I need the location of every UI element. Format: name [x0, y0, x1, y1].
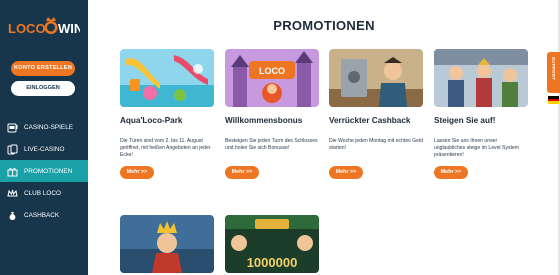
- svg-text:LOCO: LOCO: [259, 66, 285, 76]
- support-tab[interactable]: SUPPORT: [547, 52, 560, 93]
- cards-icon: [7, 144, 18, 155]
- promo-image-prize-drop[interactable]: 1000000: [225, 215, 319, 273]
- sidebar-item-label: LIVE-CASINO: [24, 145, 65, 153]
- language-flag-icon[interactable]: [548, 96, 559, 104]
- sidebar-item-live-casino[interactable]: LIVE-CASINO: [0, 138, 88, 160]
- sidebar-item-label: CLUB LOCO: [24, 189, 61, 197]
- sidebar-item-label: CASHBACK: [24, 211, 60, 219]
- register-button[interactable]: KONTO ERSTELLEN: [11, 61, 75, 76]
- svg-text:WIN: WIN: [58, 21, 80, 36]
- slot-machine-icon: [7, 122, 18, 133]
- more-button[interactable]: Mehr >>: [434, 166, 468, 179]
- promo-description: Die Türen sind vom 2. bis 11. August geö…: [120, 138, 211, 158]
- gift-icon: [7, 166, 18, 177]
- promo-image-king[interactable]: [120, 215, 214, 273]
- svg-text:1000000: 1000000: [247, 255, 298, 270]
- promo-description: Besteigen Sie jeden Turm des Schlosses u…: [225, 138, 318, 151]
- promo-description: Lassen Sie uns Ihnen unser unglaubliches…: [434, 138, 519, 158]
- promo-image-welcome-bonus[interactable]: LOCO: [225, 49, 319, 107]
- sidebar-nav: CASINO-SPIELE LIVE-CASINO PROMOTIONEN CL…: [0, 116, 88, 226]
- sidebar-item-label: CASINO-SPIELE: [24, 123, 74, 131]
- login-button[interactable]: EINLOGGEN: [11, 81, 75, 96]
- sidebar-item-club-loco[interactable]: CLUB LOCO: [0, 182, 88, 204]
- sidebar-item-promotions[interactable]: PROMOTIONEN: [0, 160, 88, 182]
- more-button[interactable]: Mehr >>: [225, 166, 259, 179]
- more-button[interactable]: Mehr >>: [329, 166, 363, 179]
- main-content: PROMOTIONEN Aqua'Loco-Park Die Türen sin…: [88, 0, 560, 275]
- money-bag-icon: [7, 210, 18, 221]
- sidebar: LOCO WIN KONTO ERSTELLEN EINLOGGEN CASIN…: [0, 0, 88, 275]
- promo-card-king: [120, 215, 214, 273]
- promo-title: Verrückter Cashback: [329, 116, 411, 125]
- promo-image-aqua-park[interactable]: [120, 49, 214, 107]
- crown-icon: [7, 188, 18, 199]
- promo-card-aqua-loco-park: Aqua'Loco-Park Die Türen sind vom 2. bis…: [120, 49, 214, 179]
- promo-title: Willkommensbonus: [225, 116, 303, 125]
- locowin-logo[interactable]: LOCO WIN: [8, 14, 80, 38]
- promo-title: Aqua'Loco-Park: [120, 116, 183, 125]
- svg-text:LOCO: LOCO: [8, 21, 46, 36]
- promo-card-welcome-bonus: LOCO Willkommensbonus Besteigen Sie jede…: [225, 49, 319, 179]
- promo-card-prize-drop: 1000000: [225, 215, 319, 273]
- promo-description: Die Woche jeden Montag mit echtes Geld s…: [329, 138, 423, 151]
- sidebar-item-cashback[interactable]: CASHBACK: [0, 204, 88, 226]
- promo-image-level-up[interactable]: [434, 49, 528, 107]
- promo-card-crazy-cashback: Verrückter Cashback Die Woche jeden Mont…: [329, 49, 423, 179]
- promo-card-level-up: Steigen Sie auf! Lassen Sie uns Ihnen un…: [434, 49, 528, 179]
- sidebar-item-casino-games[interactable]: CASINO-SPIELE: [0, 116, 88, 138]
- support-label: SUPPORT: [551, 57, 556, 81]
- promo-title: Steigen Sie auf!: [434, 116, 496, 125]
- promo-image-cashback[interactable]: [329, 49, 423, 107]
- page-title: PROMOTIONEN: [273, 18, 375, 33]
- more-button[interactable]: Mehr >>: [120, 166, 154, 179]
- sidebar-item-label: PROMOTIONEN: [24, 167, 73, 175]
